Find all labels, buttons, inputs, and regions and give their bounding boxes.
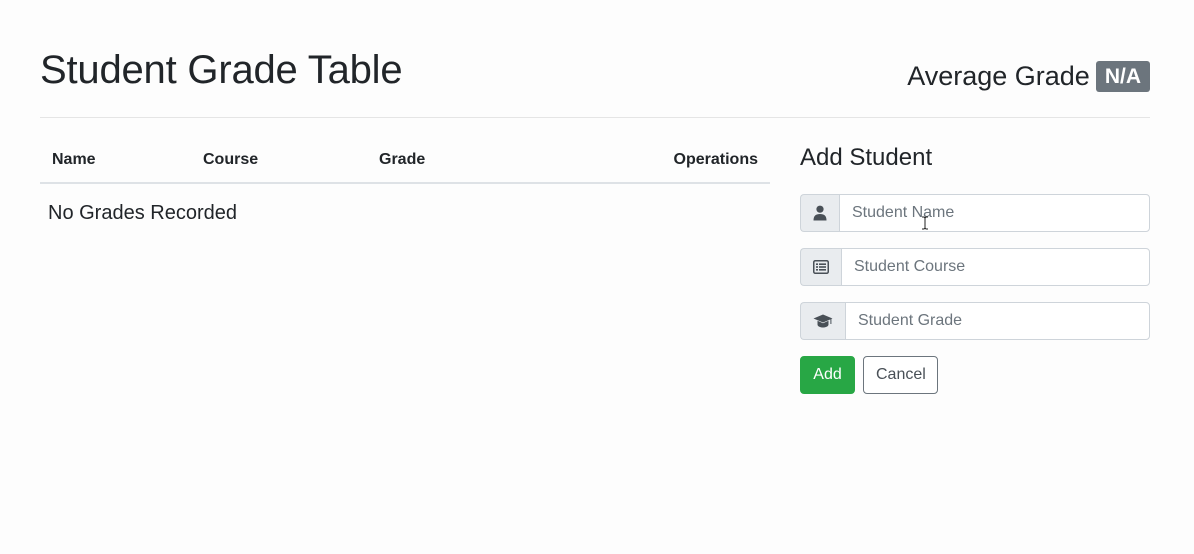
user-icon xyxy=(800,194,839,232)
form-heading: Add Student xyxy=(800,144,933,171)
average-grade: Average Grade N/A xyxy=(907,59,1150,93)
student-course-group xyxy=(800,248,1150,286)
student-name-group xyxy=(800,194,1150,232)
student-name-input[interactable] xyxy=(839,194,1150,232)
student-course-input[interactable] xyxy=(841,248,1150,286)
column-header-grade: Grade xyxy=(379,151,426,168)
grade-table: Name Course Grade Operations No Grades R… xyxy=(40,140,770,224)
header-divider xyxy=(40,117,1150,118)
column-header-course: Course xyxy=(203,151,259,168)
column-header-operations: Operations xyxy=(673,151,758,168)
column-header-name: Name xyxy=(52,151,96,168)
empty-table-message: No Grades Recorded xyxy=(48,202,237,224)
page: Student Grade Table Average Grade N/A Na… xyxy=(0,0,1194,554)
student-grade-input[interactable] xyxy=(845,302,1150,340)
average-grade-badge: N/A xyxy=(1095,60,1150,92)
average-grade-label: Average Grade xyxy=(907,61,1090,91)
table-header: Name Course Grade Operations xyxy=(40,140,770,184)
text-cursor-icon xyxy=(922,216,928,230)
student-grade-group xyxy=(800,302,1150,340)
cancel-button[interactable]: Cancel xyxy=(863,356,938,394)
list-icon xyxy=(800,248,841,286)
graduation-cap-icon xyxy=(800,302,845,340)
add-button[interactable]: Add xyxy=(800,356,855,394)
page-title: Student Grade Table xyxy=(40,48,403,92)
